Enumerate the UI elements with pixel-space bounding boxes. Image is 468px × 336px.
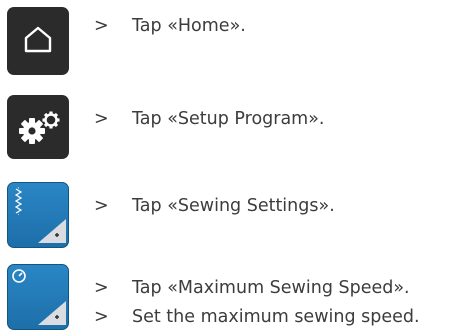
step-text: Set the maximum sewing speed. — [132, 307, 420, 327]
maximum-speed-button[interactable] — [7, 264, 69, 330]
step-marker: > — [94, 278, 109, 298]
stitch-settings-icon — [14, 187, 66, 243]
step-text: Tap «Setup Program». — [132, 109, 325, 129]
step-set-speed: > Set the maximum sewing speed. — [94, 306, 420, 328]
step-sewing-settings: > Tap «Sewing Settings». — [94, 195, 335, 217]
step-marker: > — [94, 196, 109, 216]
step-setup-program: > Tap «Setup Program». — [94, 108, 325, 130]
speed-gauge-icon — [12, 269, 66, 325]
step-home: > Tap «Home». — [94, 15, 246, 37]
step-marker: > — [94, 109, 109, 129]
step-text: Tap «Home». — [132, 16, 246, 36]
home-button[interactable] — [7, 7, 69, 75]
step-marker: > — [94, 16, 109, 36]
step-maximum-speed: > Tap «Maximum Sewing Speed». — [94, 277, 410, 299]
step-marker: > — [94, 307, 109, 327]
sewing-settings-button[interactable] — [7, 182, 69, 248]
step-text: Tap «Sewing Settings». — [132, 196, 335, 216]
step-text: Tap «Maximum Sewing Speed». — [132, 278, 410, 298]
setup-program-button[interactable] — [7, 95, 69, 159]
gears-icon — [19, 111, 60, 144]
home-icon — [24, 26, 52, 53]
